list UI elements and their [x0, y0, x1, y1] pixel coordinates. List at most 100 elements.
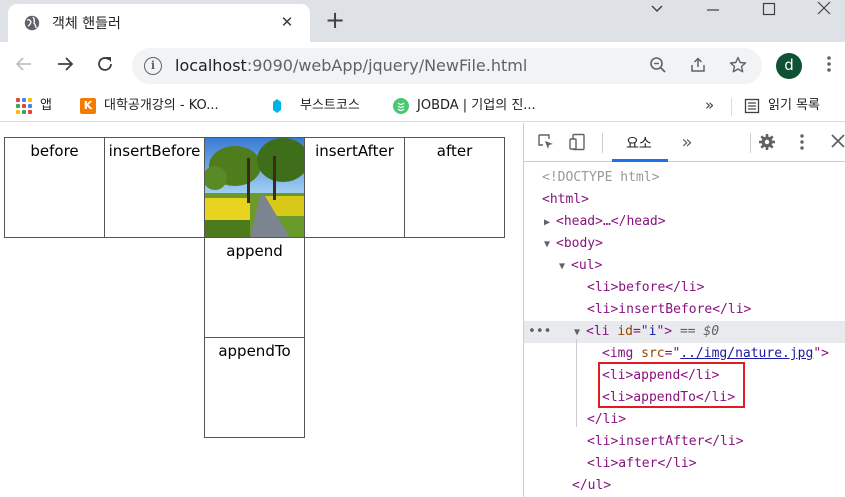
url-host: localhost [175, 56, 247, 75]
tab-strip: 객체 핸들러 ✕ + [0, 0, 845, 42]
browser-tab[interactable]: 객체 핸들러 ✕ [8, 4, 310, 42]
doctype-text: <!DOCTYPE html> [542, 170, 660, 185]
share-icon[interactable] [688, 56, 708, 76]
globe-icon [24, 15, 40, 31]
ul-tag: <ul> [571, 258, 603, 273]
li-after-tag: <li>after</li> [587, 456, 697, 471]
dom-li-after[interactable]: <li>after</li> [524, 453, 845, 475]
settings-gear-icon[interactable] [757, 133, 777, 153]
dom-ul[interactable]: ▼ <ul> [524, 255, 845, 277]
device-toolbar-icon[interactable] [568, 133, 588, 153]
reload-button[interactable] [93, 54, 117, 78]
close-devtools-icon[interactable] [828, 133, 845, 153]
li-insert-before-tag: <li>insertBefore</li> [587, 302, 752, 317]
dom-li-before[interactable]: <li>before</li> [524, 277, 845, 299]
devtools-panel: 요소 » <!DOCTYPE html> <html> ▶ <head>…</he… [523, 123, 845, 497]
reading-list-button[interactable]: 읽기 목록 [744, 96, 820, 116]
zoom-icon[interactable] [648, 56, 668, 76]
dom-doctype[interactable]: <!DOCTYPE html> [524, 167, 845, 189]
html-tag: <html> [542, 192, 589, 207]
dom-head[interactable]: ▶ <head>…</head> [524, 211, 845, 233]
img-close: "> [813, 346, 829, 361]
expand-triangle-icon[interactable]: ▶ [544, 212, 556, 234]
li-append-to: appendTo [204, 337, 305, 438]
tab-search-icon[interactable] [634, 0, 680, 20]
img-src-eq: =" [664, 346, 681, 361]
dom-ul-close[interactable]: </ul> [524, 475, 845, 497]
dom-html[interactable]: <html> [524, 189, 845, 211]
img-open-tag: <img [602, 346, 642, 361]
inspect-element-icon[interactable] [536, 133, 556, 153]
more-tabs-icon[interactable]: » [677, 133, 697, 153]
dom-li-selected[interactable]: ••• ▼ <li id="i"> == $0 [524, 321, 845, 343]
collapse-triangle-icon[interactable]: ▼ [559, 256, 571, 278]
bookmark-jobda[interactable]: JOBDA | 기업의 진... [393, 96, 536, 116]
img-src-attr: src [641, 346, 665, 361]
jobda-icon [393, 97, 409, 114]
new-tab-button[interactable]: + [322, 8, 348, 34]
devtools-menu-icon[interactable] [792, 133, 812, 153]
bookmark-apps[interactable]: 앱 [16, 96, 52, 116]
collapse-triangle-icon[interactable]: ▼ [544, 234, 556, 256]
dom-li-insert-after[interactable]: <li>insertAfter</li> [524, 431, 845, 453]
li-open-tag-end: "> [656, 324, 673, 339]
kocw-icon: K [80, 97, 96, 114]
dom-li-close[interactable]: </li> [524, 409, 845, 431]
maximize-button[interactable] [746, 0, 792, 20]
li-before-tag: <li>before</li> [587, 280, 705, 295]
active-tab-indicator [612, 159, 668, 162]
tab-title: 객체 핸들러 [52, 16, 121, 32]
ul-close-tag: </ul> [572, 478, 612, 493]
close-tab-icon[interactable]: ✕ [278, 13, 296, 31]
bookmark-label: 앱 [40, 98, 52, 113]
url-path: :9090/webApp/jquery/NewFile.html [246, 56, 528, 75]
reading-list-icon [744, 98, 760, 113]
nature-image [205, 138, 304, 237]
bookmark-kocw[interactable]: K 대학공개강의 - KO... [80, 96, 219, 116]
minimize-button[interactable] [690, 0, 736, 20]
bookmarks-bar: 앱 K 대학공개강의 - KO... 부스트코스 JOBDA | 기업의 진...… [0, 90, 845, 122]
dom-body[interactable]: ▼ <body> [524, 233, 845, 255]
profile-avatar[interactable]: d [776, 53, 802, 79]
devtools-toolbar: 요소 » [524, 123, 845, 162]
bookmarks-divider [731, 98, 732, 116]
selected-marker: == $0 [679, 324, 720, 339]
img-src-link[interactable]: ../img/nature.jpg [680, 346, 813, 361]
forward-button[interactable] [53, 54, 77, 78]
devtools-divider [602, 133, 603, 153]
site-info-icon[interactable]: i [144, 57, 162, 75]
web-page: before insertBefore insertAfter after ap… [0, 123, 523, 497]
li-id-attr: id [617, 324, 633, 339]
tree-guide-line [576, 339, 577, 427]
li-before: before [4, 137, 105, 238]
li-insert-after-tag: <li>insertAfter</li> [587, 434, 744, 449]
head-tag: <head>…</head> [556, 214, 666, 229]
boostcourse-icon [272, 98, 282, 114]
body-tag: <body> [556, 236, 603, 251]
browser-menu-icon[interactable] [820, 54, 838, 78]
li-open-tag: <li [586, 324, 618, 339]
bookmark-star-icon[interactable] [728, 56, 748, 76]
url-text: localhost:9090/webApp/jquery/NewFile.htm… [175, 56, 527, 75]
reading-list-label: 읽기 목록 [768, 98, 820, 113]
li-after: after [404, 137, 505, 238]
li-image [204, 137, 305, 238]
dom-li-insert-before[interactable]: <li>insertBefore</li> [524, 299, 845, 321]
address-bar[interactable]: i localhost:9090/webApp/jquery/NewFile.h… [132, 48, 762, 84]
close-window-button[interactable] [801, 0, 845, 20]
li-insert-before: insertBefore [104, 137, 205, 238]
li-close-tag: </li> [587, 412, 627, 427]
browser-toolbar: i localhost:9090/webApp/jquery/NewFile.h… [0, 42, 845, 90]
bookmark-label: JOBDA | 기업의 진... [417, 98, 536, 113]
li-append: append [204, 237, 305, 338]
bookmark-boostcourse[interactable]: 부스트코스 [272, 96, 360, 116]
bookmarks-overflow-icon[interactable]: » [705, 96, 714, 114]
back-button[interactable] [12, 54, 36, 78]
highlight-box [598, 362, 745, 408]
devtools-divider [750, 133, 751, 153]
row-options-icon[interactable]: ••• [528, 321, 551, 343]
tab-elements[interactable]: 요소 [624, 123, 654, 162]
li-id-eq: =" [632, 324, 649, 339]
li-insert-after: insertAfter [304, 137, 405, 238]
apps-grid-icon [16, 97, 32, 114]
